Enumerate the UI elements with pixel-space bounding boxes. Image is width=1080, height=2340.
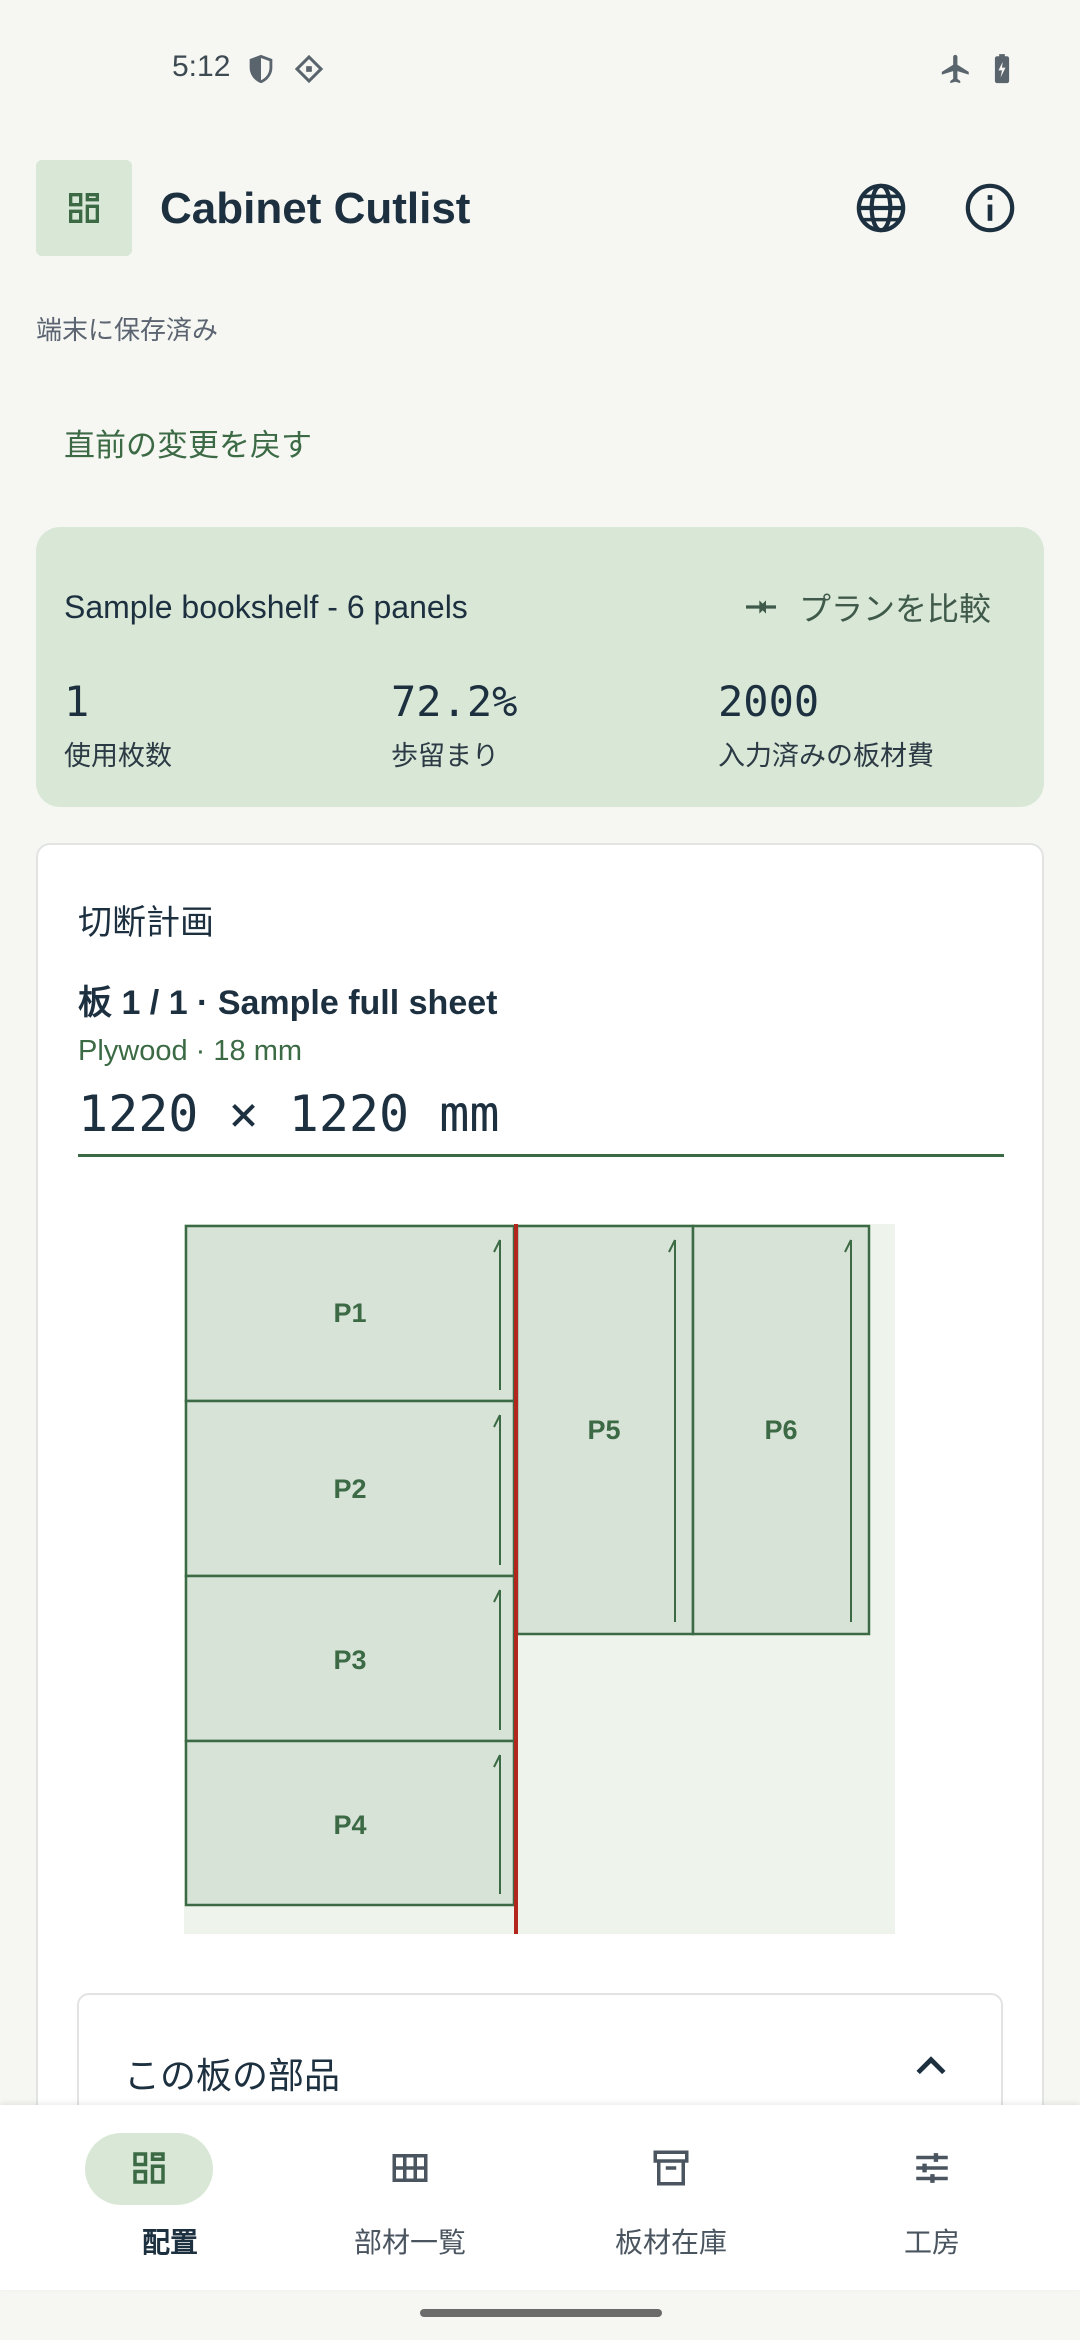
stat-value: 2000 — [718, 677, 820, 726]
battery-icon — [985, 52, 1019, 86]
stat-label: 入力済みの板材費 — [718, 741, 934, 771]
stat-label: 歩留まり — [391, 741, 499, 771]
shield-icon — [244, 52, 278, 86]
nav-label: 配置 — [141, 2227, 198, 2258]
cut-diagram[interactable]: P1 P2 P3 P4 P5 P6 — [184, 1224, 895, 1934]
globe-icon — [856, 183, 906, 233]
nav-parts-list[interactable]: 部材一覧 — [275, 2105, 545, 2290]
nav-label: 板材在庫 — [614, 2227, 727, 2258]
plan-summary-card: Sample bookshelf - 6 panels プランを比較 1 使用枚… — [36, 527, 1044, 807]
nav-layout[interactable]: 配置 — [35, 2105, 305, 2290]
chevron-up-icon — [916, 2056, 946, 2075]
app-bar: Cabinet Cutlist — [0, 150, 1080, 270]
archive-box-icon — [653, 2150, 689, 2186]
compare-plans-button[interactable]: プランを比較 — [741, 577, 991, 637]
stat-label: 使用枚数 — [64, 741, 172, 771]
vpn-diamond-icon — [292, 52, 326, 86]
nav-workshop[interactable]: 工房 — [797, 2105, 1067, 2290]
part-p2[interactable]: P2 — [184, 1399, 516, 1578]
part-p4[interactable]: P4 — [184, 1739, 516, 1907]
nav-sheet-stock[interactable]: 板材在庫 — [536, 2105, 806, 2290]
part-p3[interactable]: P3 — [184, 1574, 516, 1743]
table-grid-icon — [392, 2154, 428, 2182]
info-button[interactable] — [962, 180, 1018, 236]
dashboard-icon — [69, 193, 99, 223]
part-p6[interactable]: P6 — [691, 1224, 871, 1636]
part-label: P4 — [333, 1810, 366, 1840]
stat-sheet-cost: 2000 入力済みの板材費 — [718, 677, 934, 773]
app-title: Cabinet Cutlist — [160, 184, 471, 233]
stat-value: 72.2% — [391, 677, 518, 726]
airplane-icon — [939, 52, 973, 86]
stat-value: 1 — [64, 677, 90, 726]
sliders-icon — [916, 2153, 948, 2183]
app-logo — [36, 160, 132, 256]
bottom-navigation: 配置 部材一覧 板材在庫 工房 — [0, 2105, 1080, 2290]
saved-status: 端末に保存済み — [36, 315, 219, 345]
status-bar: 5:12 — [0, 0, 1080, 140]
sheet-title: 板 1 / 1 · Sample full sheet — [78, 984, 498, 1022]
gesture-home-bar[interactable] — [420, 2309, 662, 2317]
dashboard-icon — [133, 2152, 165, 2184]
part-label: P6 — [764, 1415, 797, 1445]
stat-sheets-used: 1 使用枚数 — [64, 677, 172, 773]
nav-label: 部材一覧 — [353, 2227, 466, 2258]
part-p5[interactable]: P5 — [515, 1224, 695, 1636]
collapse-button[interactable] — [909, 2045, 953, 2094]
sheet-parts-title: この板の部品 — [124, 2055, 341, 2096]
info-icon — [965, 183, 1015, 233]
undo-button[interactable]: 直前の変更を戻す — [36, 400, 340, 480]
part-p1[interactable]: P1 — [184, 1224, 516, 1403]
compare-arrows-icon — [746, 600, 776, 614]
plan-name: Sample bookshelf - 6 panels — [64, 589, 468, 625]
part-label: P3 — [333, 1645, 366, 1675]
status-time: 5:12 — [172, 50, 231, 83]
language-button[interactable] — [853, 180, 909, 236]
nav-label: 工房 — [903, 2227, 960, 2258]
cut-plan-heading: 切断計画 — [78, 904, 214, 942]
part-label: P2 — [333, 1474, 366, 1504]
compare-plans-label: プランを比較 — [799, 591, 992, 627]
sheet-material: Plywood · 18 mm — [78, 1035, 303, 1067]
sheet-size: 1220 × 1220 mm — [78, 1085, 1004, 1157]
part-label: P5 — [587, 1415, 620, 1445]
part-label: P1 — [333, 1298, 366, 1328]
stat-yield: 72.2% 歩留まり — [391, 677, 517, 773]
